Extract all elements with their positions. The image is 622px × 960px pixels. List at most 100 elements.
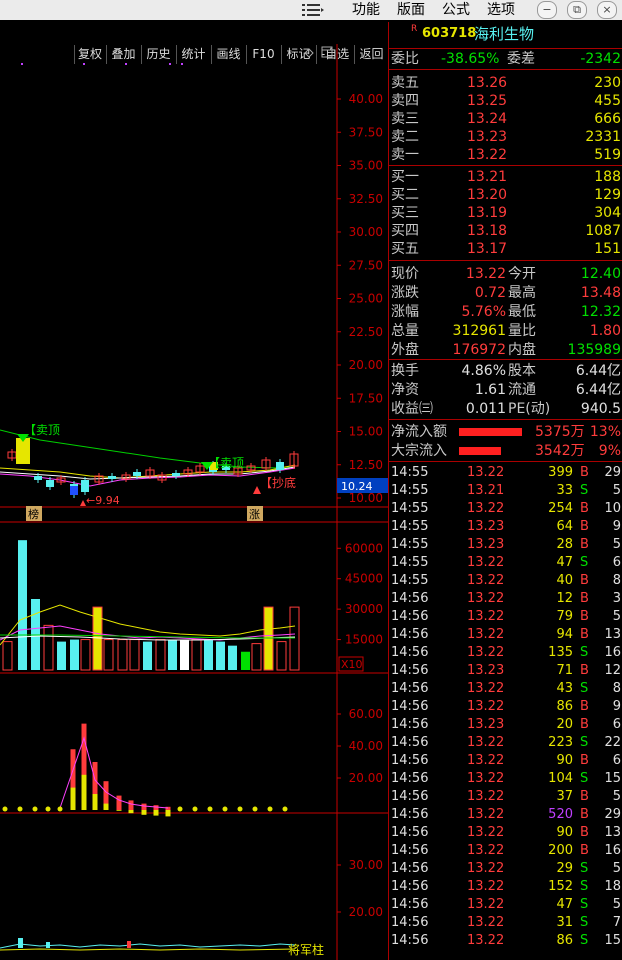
indicator1-dot [57,806,63,812]
tick-time: 14:56 [391,915,429,930]
divider [389,461,622,462]
tick-side: S [580,735,589,750]
tick-row: 14:55 13.21 33 S 5 [389,482,622,500]
stat-label: 最高 [508,285,536,301]
tick-price: 13.22 [467,555,505,570]
svg-text:【抄底: 【抄底 [260,475,296,490]
tick-time: 14:56 [391,879,429,894]
tick-volume: 86 [556,699,573,714]
volume-bar [276,641,287,671]
volume-bars [2,540,300,671]
tick-row: 14:55 13.22 254 B 10 [389,500,622,518]
bid-label: 买二 [391,187,419,203]
tick-time: 14:56 [391,843,429,858]
minimize-button[interactable]: − [537,1,557,19]
ask-volume: 2331 [585,129,621,145]
tick-side: B [580,465,589,480]
price-tick-label: 20.00 [349,358,383,372]
pane-settings-icon[interactable] [304,46,333,58]
tick-count: 8 [612,681,621,696]
ask-price: 13.26 [467,75,508,91]
stat-row: 总量 312961 量比 1.80 [389,322,622,340]
chart-toolbar: 复权 叠加 历史 统计 画线 F10 标记 -自选 返回 [0,22,388,64]
chart-area[interactable]: 40.00 37.50 35.00 32.50 30.00 27.50 25.00 22.50… [0,44,388,960]
menu-function[interactable]: 功能 [352,1,380,19]
tick-time: 14:55 [391,519,429,534]
tick-time: 14:56 [391,771,429,786]
price-tick-label: 27.50 [349,258,383,272]
tick-count: 13 [604,627,621,642]
bid-row: 买二 13.20 129 [389,186,622,204]
fundamental-row: 收益㈢ 0.011 PE(动) 940.5 [389,400,622,418]
indicator1-dot [177,806,183,812]
fund-flow-bar [459,428,522,436]
stat-value: 12.32 [580,304,621,320]
tick-time: 14:56 [391,627,429,642]
ask-volume: 666 [594,111,621,127]
fundamental-label: PE(动) [508,401,551,417]
indicator1-dot [267,806,273,812]
tick-time: 14:56 [391,645,429,660]
volume-bar [191,639,202,671]
restore-button[interactable]: ⧉ [567,1,587,19]
price-tick-label: 25.00 [349,292,383,306]
tick-time: 14:55 [391,465,429,480]
svg-text:←9.94: ←9.94 [86,494,120,507]
tick-row: 14:56 13.22 37 B 5 [389,788,622,806]
price-tick-label: 12.50 [349,458,383,472]
fundamental-value: 6.44亿 [575,363,621,379]
tick-volume: 31 [556,915,573,930]
volume-bar [80,639,91,671]
stock-header[interactable]: R 603718 海利生物 [389,24,622,43]
fundamental-value: 6.44亿 [575,382,621,398]
tick-count: 16 [604,645,621,660]
tick-count: 10 [604,501,621,516]
tick-volume: 200 [548,843,573,858]
indicator1-bars [2,723,288,817]
bid-price: 13.21 [467,169,508,185]
tick-volume: 223 [548,735,573,750]
tick-price: 13.22 [467,771,505,786]
volume-tick-label: 15000 [345,633,383,647]
indicator2-tick-label: 30.00 [349,858,383,872]
menu-formula[interactable]: 公式 [442,1,470,19]
tick-volume: 86 [556,933,573,948]
candle-low-highlight [70,486,78,495]
price-tick-label: 17.50 [349,391,383,405]
tick-side: B [580,717,589,732]
tick-side: B [580,753,589,768]
menu-options[interactable]: 选项 [487,1,515,19]
tick-volume: 71 [556,663,573,678]
menu-layout[interactable]: 版面 [397,1,425,19]
volume-bar [228,645,237,670]
tick-row: 14:56 13.22 200 B 16 [389,842,622,860]
tick-side: S [580,771,589,786]
tick-time: 14:55 [391,483,429,498]
bid-volume: 1087 [585,223,621,239]
event-badge-right[interactable]: 涨 [247,506,263,521]
tick-side: B [580,609,589,624]
ask-price: 13.22 [467,147,508,163]
tick-volume: 64 [556,519,573,534]
tick-count: 5 [612,897,621,912]
bid-label: 买五 [391,241,419,257]
event-badge-left[interactable]: 榜 [26,506,42,521]
tick-time: 14:55 [391,573,429,588]
menu-list-icon[interactable] [302,3,324,17]
ask-label: 卖五 [391,75,419,91]
divider [389,69,622,70]
ask-label: 卖二 [391,129,419,145]
volume-bar [180,639,189,670]
stat-label: 总量 [391,323,419,339]
menu-bar: 功能 版面 公式 选项 − ⧉ × [0,0,622,20]
tick-row: 14:56 13.22 520 B 29 [389,806,622,824]
stat-row: 外盘 176972 内盘 135989 [389,341,622,359]
tick-side: S [580,861,589,876]
tick-count: 15 [604,933,621,948]
tick-row: 14:56 13.23 20 B 6 [389,716,622,734]
tick-row: 14:56 13.22 94 B 13 [389,626,622,644]
tick-row: 14:56 13.22 79 B 5 [389,608,622,626]
close-button[interactable]: × [597,1,617,19]
price-tick-label: 30.00 [349,225,383,239]
tick-count: 5 [612,789,621,804]
